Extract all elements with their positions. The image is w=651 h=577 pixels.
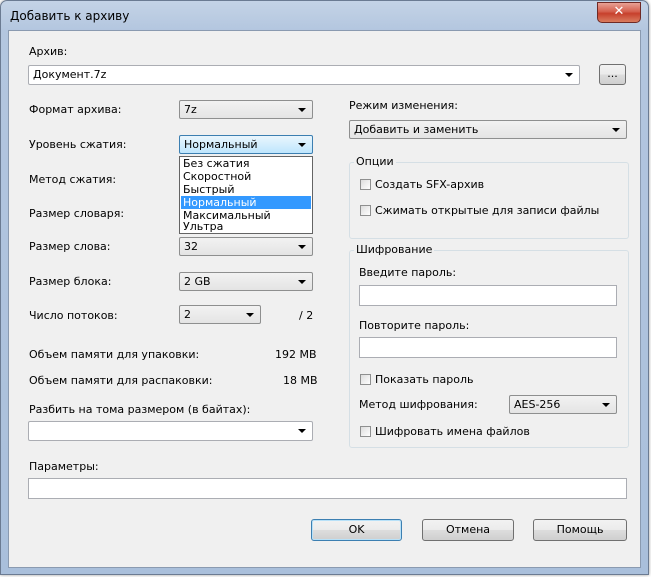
help-button[interactable]: Помощь bbox=[533, 519, 627, 541]
chevron-down-icon bbox=[246, 313, 254, 317]
mem-unpack-label: Объем памяти для распаковки: bbox=[29, 374, 213, 387]
level-option-normal[interactable]: Нормальный bbox=[181, 196, 311, 209]
encryption-method-combo[interactable]: AES-256 bbox=[509, 395, 617, 414]
encryption-method-value: AES-256 bbox=[514, 398, 561, 411]
shared-label: Сжимать открытые для записи файлы bbox=[375, 204, 600, 217]
threads-combo[interactable]: 2 bbox=[179, 305, 261, 324]
window-title: Добавить к архиву bbox=[10, 9, 130, 23]
word-value: 32 bbox=[184, 240, 198, 253]
format-value: 7z bbox=[184, 103, 197, 116]
params-label: Параметры: bbox=[29, 460, 99, 473]
level-value: Нормальный bbox=[184, 138, 258, 151]
archive-path-value: Документ.7z bbox=[33, 68, 107, 81]
threads-max: / 2 bbox=[299, 309, 314, 322]
ok-button[interactable]: OK bbox=[311, 519, 402, 541]
block-value: 2 GB bbox=[184, 275, 211, 288]
mem-pack-label: Объем памяти для упаковки: bbox=[29, 348, 200, 361]
options-group-title: Опции bbox=[354, 155, 396, 168]
split-label: Разбить на тома размером (в байтах): bbox=[29, 403, 251, 416]
chevron-down-icon bbox=[298, 245, 306, 249]
word-label: Размер слова: bbox=[29, 240, 111, 253]
password-input[interactable] bbox=[359, 285, 617, 306]
sfx-checkbox[interactable] bbox=[360, 179, 371, 190]
chevron-down-icon bbox=[298, 143, 306, 147]
show-password-checkbox[interactable] bbox=[360, 374, 371, 385]
chevron-down-icon bbox=[298, 108, 306, 112]
dialog-window: Добавить к архиву ✕ Архив: Документ.7z .… bbox=[0, 0, 649, 575]
chevron-down-icon bbox=[602, 403, 610, 407]
level-option-fastest[interactable]: Скоростной bbox=[181, 170, 311, 183]
close-button[interactable]: ✕ bbox=[597, 2, 641, 23]
repeat-password-input[interactable] bbox=[359, 337, 617, 358]
encryption-group-title: Шифрование bbox=[354, 243, 435, 256]
word-combo[interactable]: 32 bbox=[179, 237, 313, 256]
dict-label: Размер словаря: bbox=[29, 207, 125, 220]
archive-path-combo[interactable]: Документ.7z bbox=[28, 65, 580, 85]
split-combo[interactable] bbox=[28, 421, 313, 441]
mem-unpack-value: 18 MB bbox=[283, 374, 318, 387]
enter-password-label: Введите пароль: bbox=[359, 266, 457, 279]
level-option-ultra[interactable]: Ультра bbox=[181, 220, 311, 233]
method-label: Метод сжатия: bbox=[29, 173, 117, 186]
block-combo[interactable]: 2 GB bbox=[179, 272, 313, 291]
threads-value: 2 bbox=[184, 308, 191, 321]
archive-label: Архив: bbox=[29, 45, 68, 58]
level-option-fast[interactable]: Быстрый bbox=[181, 183, 311, 196]
level-combo[interactable]: Нормальный bbox=[179, 135, 313, 154]
show-password-label: Показать пароль bbox=[375, 373, 474, 386]
shared-checkbox[interactable] bbox=[360, 205, 371, 216]
level-option-none[interactable]: Без сжатия bbox=[181, 157, 311, 170]
dialog-client: Архив: Документ.7z ... Формат архива: 7z… bbox=[8, 30, 641, 568]
encrypt-names-label: Шифровать имена файлов bbox=[375, 425, 530, 438]
update-mode-combo[interactable]: Добавить и заменить bbox=[349, 120, 627, 139]
chevron-down-icon bbox=[298, 429, 306, 433]
threads-label: Число потоков: bbox=[29, 309, 118, 322]
browse-button[interactable]: ... bbox=[599, 64, 626, 85]
format-combo[interactable]: 7z bbox=[179, 100, 313, 119]
encrypt-names-checkbox[interactable] bbox=[360, 426, 371, 437]
encryption-method-label: Метод шифрования: bbox=[359, 398, 478, 411]
title-bar[interactable]: Добавить к архиву ✕ bbox=[1, 1, 648, 31]
cancel-button[interactable]: Отмена bbox=[422, 519, 514, 541]
format-label: Формат архива: bbox=[29, 103, 122, 116]
chevron-down-icon bbox=[565, 73, 573, 77]
level-label: Уровень сжатия: bbox=[29, 138, 127, 151]
close-icon: ✕ bbox=[613, 4, 625, 19]
chevron-down-icon bbox=[298, 280, 306, 284]
update-mode-value: Добавить и заменить bbox=[354, 123, 479, 136]
block-label: Размер блока: bbox=[29, 275, 112, 288]
level-dropdown-list: Без сжатия Скоростной Быстрый Нормальный… bbox=[179, 156, 313, 234]
update-mode-label: Режим изменения: bbox=[349, 99, 458, 112]
options-group bbox=[349, 162, 629, 239]
sfx-label: Создать SFX-архив bbox=[375, 178, 485, 191]
chevron-down-icon bbox=[612, 128, 620, 132]
params-input[interactable] bbox=[28, 478, 627, 499]
repeat-password-label: Повторите пароль: bbox=[359, 319, 470, 332]
mem-pack-value: 192 MB bbox=[275, 348, 317, 361]
